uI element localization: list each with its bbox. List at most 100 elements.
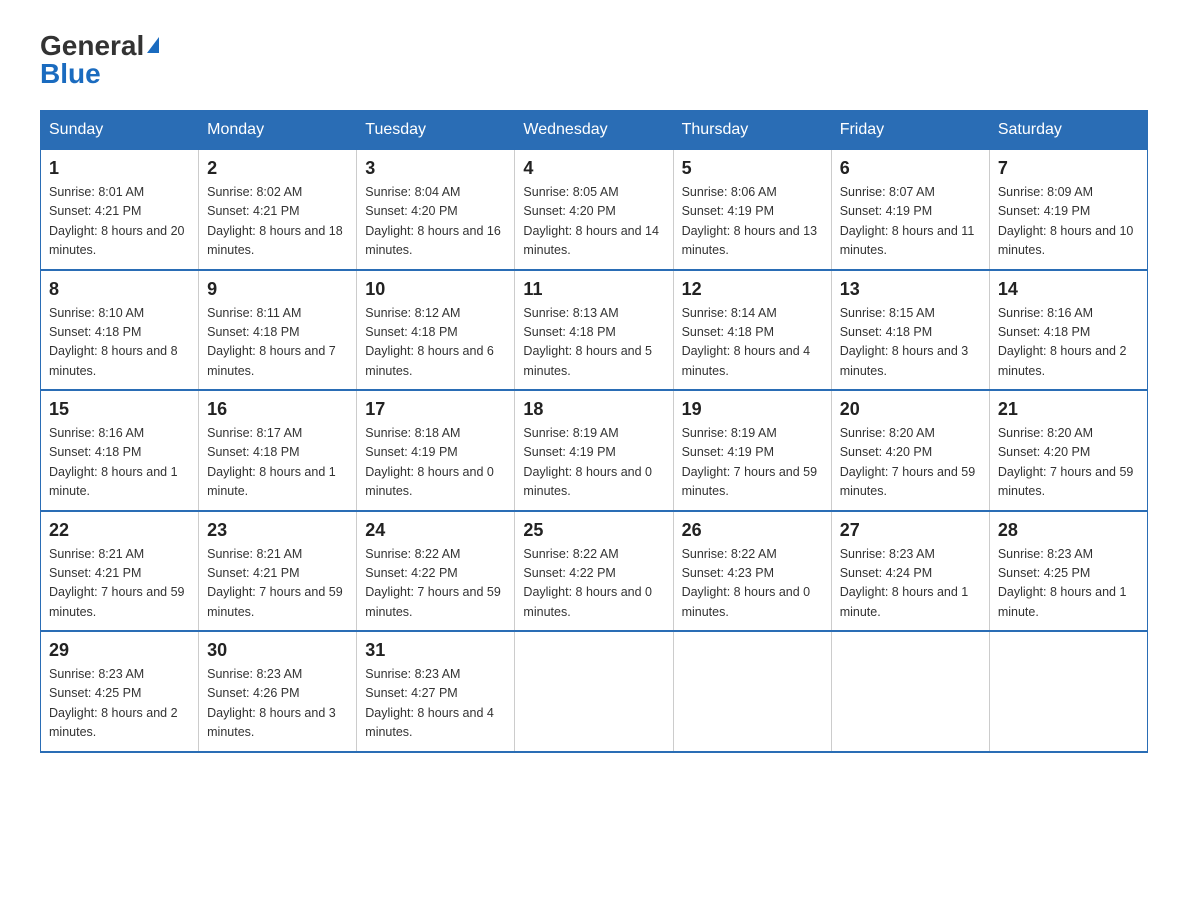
day-number: 28 xyxy=(998,520,1139,541)
calendar-week-4: 22 Sunrise: 8:21 AMSunset: 4:21 PMDaylig… xyxy=(41,511,1148,632)
day-info: Sunrise: 8:21 AMSunset: 4:21 PMDaylight:… xyxy=(49,547,185,619)
day-info: Sunrise: 8:19 AMSunset: 4:19 PMDaylight:… xyxy=(682,426,818,498)
day-info: Sunrise: 8:15 AMSunset: 4:18 PMDaylight:… xyxy=(840,306,969,378)
day-info: Sunrise: 8:01 AMSunset: 4:21 PMDaylight:… xyxy=(49,185,185,257)
calendar-week-3: 15 Sunrise: 8:16 AMSunset: 4:18 PMDaylig… xyxy=(41,390,1148,511)
calendar-table: SundayMondayTuesdayWednesdayThursdayFrid… xyxy=(40,110,1148,753)
day-number: 8 xyxy=(49,279,190,300)
calendar-cell: 9 Sunrise: 8:11 AMSunset: 4:18 PMDayligh… xyxy=(199,270,357,391)
day-number: 31 xyxy=(365,640,506,661)
calendar-cell: 11 Sunrise: 8:13 AMSunset: 4:18 PMDaylig… xyxy=(515,270,673,391)
day-info: Sunrise: 8:14 AMSunset: 4:18 PMDaylight:… xyxy=(682,306,811,378)
header-wednesday: Wednesday xyxy=(515,111,673,150)
day-info: Sunrise: 8:05 AMSunset: 4:20 PMDaylight:… xyxy=(523,185,659,257)
calendar-cell: 27 Sunrise: 8:23 AMSunset: 4:24 PMDaylig… xyxy=(831,511,989,632)
day-number: 27 xyxy=(840,520,981,541)
day-number: 17 xyxy=(365,399,506,420)
logo: General Blue xyxy=(40,30,159,90)
calendar-cell: 1 Sunrise: 8:01 AMSunset: 4:21 PMDayligh… xyxy=(41,150,199,270)
calendar-cell: 3 Sunrise: 8:04 AMSunset: 4:20 PMDayligh… xyxy=(357,150,515,270)
header-sunday: Sunday xyxy=(41,111,199,150)
day-info: Sunrise: 8:20 AMSunset: 4:20 PMDaylight:… xyxy=(998,426,1134,498)
day-number: 23 xyxy=(207,520,348,541)
day-number: 7 xyxy=(998,158,1139,179)
calendar-cell xyxy=(831,631,989,752)
calendar-header-row: SundayMondayTuesdayWednesdayThursdayFrid… xyxy=(41,111,1148,150)
calendar-cell: 2 Sunrise: 8:02 AMSunset: 4:21 PMDayligh… xyxy=(199,150,357,270)
day-number: 29 xyxy=(49,640,190,661)
calendar-cell xyxy=(515,631,673,752)
day-number: 25 xyxy=(523,520,664,541)
day-info: Sunrise: 8:23 AMSunset: 4:25 PMDaylight:… xyxy=(998,547,1127,619)
day-info: Sunrise: 8:23 AMSunset: 4:24 PMDaylight:… xyxy=(840,547,969,619)
day-info: Sunrise: 8:13 AMSunset: 4:18 PMDaylight:… xyxy=(523,306,652,378)
calendar-cell: 8 Sunrise: 8:10 AMSunset: 4:18 PMDayligh… xyxy=(41,270,199,391)
day-number: 24 xyxy=(365,520,506,541)
calendar-cell: 15 Sunrise: 8:16 AMSunset: 4:18 PMDaylig… xyxy=(41,390,199,511)
day-info: Sunrise: 8:10 AMSunset: 4:18 PMDaylight:… xyxy=(49,306,178,378)
day-number: 3 xyxy=(365,158,506,179)
header-tuesday: Tuesday xyxy=(357,111,515,150)
calendar-cell: 17 Sunrise: 8:18 AMSunset: 4:19 PMDaylig… xyxy=(357,390,515,511)
day-number: 20 xyxy=(840,399,981,420)
day-number: 26 xyxy=(682,520,823,541)
day-info: Sunrise: 8:04 AMSunset: 4:20 PMDaylight:… xyxy=(365,185,501,257)
day-number: 30 xyxy=(207,640,348,661)
logo-blue-text: Blue xyxy=(40,58,101,90)
logo-triangle-icon xyxy=(147,37,159,53)
day-number: 9 xyxy=(207,279,348,300)
header-monday: Monday xyxy=(199,111,357,150)
day-number: 1 xyxy=(49,158,190,179)
day-info: Sunrise: 8:16 AMSunset: 4:18 PMDaylight:… xyxy=(998,306,1127,378)
header-saturday: Saturday xyxy=(989,111,1147,150)
calendar-cell: 21 Sunrise: 8:20 AMSunset: 4:20 PMDaylig… xyxy=(989,390,1147,511)
day-info: Sunrise: 8:07 AMSunset: 4:19 PMDaylight:… xyxy=(840,185,975,257)
day-number: 12 xyxy=(682,279,823,300)
day-info: Sunrise: 8:22 AMSunset: 4:23 PMDaylight:… xyxy=(682,547,811,619)
calendar-cell: 26 Sunrise: 8:22 AMSunset: 4:23 PMDaylig… xyxy=(673,511,831,632)
day-info: Sunrise: 8:16 AMSunset: 4:18 PMDaylight:… xyxy=(49,426,178,498)
day-number: 4 xyxy=(523,158,664,179)
calendar-cell: 31 Sunrise: 8:23 AMSunset: 4:27 PMDaylig… xyxy=(357,631,515,752)
calendar-cell: 20 Sunrise: 8:20 AMSunset: 4:20 PMDaylig… xyxy=(831,390,989,511)
day-info: Sunrise: 8:18 AMSunset: 4:19 PMDaylight:… xyxy=(365,426,494,498)
day-number: 15 xyxy=(49,399,190,420)
day-info: Sunrise: 8:06 AMSunset: 4:19 PMDaylight:… xyxy=(682,185,818,257)
day-info: Sunrise: 8:23 AMSunset: 4:25 PMDaylight:… xyxy=(49,667,178,739)
day-info: Sunrise: 8:11 AMSunset: 4:18 PMDaylight:… xyxy=(207,306,336,378)
day-number: 19 xyxy=(682,399,823,420)
day-number: 21 xyxy=(998,399,1139,420)
day-number: 6 xyxy=(840,158,981,179)
calendar-cell: 16 Sunrise: 8:17 AMSunset: 4:18 PMDaylig… xyxy=(199,390,357,511)
day-number: 18 xyxy=(523,399,664,420)
day-number: 22 xyxy=(49,520,190,541)
calendar-cell xyxy=(989,631,1147,752)
header-thursday: Thursday xyxy=(673,111,831,150)
calendar-cell: 10 Sunrise: 8:12 AMSunset: 4:18 PMDaylig… xyxy=(357,270,515,391)
calendar-cell: 12 Sunrise: 8:14 AMSunset: 4:18 PMDaylig… xyxy=(673,270,831,391)
calendar-cell: 30 Sunrise: 8:23 AMSunset: 4:26 PMDaylig… xyxy=(199,631,357,752)
day-number: 5 xyxy=(682,158,823,179)
calendar-week-2: 8 Sunrise: 8:10 AMSunset: 4:18 PMDayligh… xyxy=(41,270,1148,391)
day-info: Sunrise: 8:19 AMSunset: 4:19 PMDaylight:… xyxy=(523,426,652,498)
calendar-cell: 23 Sunrise: 8:21 AMSunset: 4:21 PMDaylig… xyxy=(199,511,357,632)
calendar-cell: 7 Sunrise: 8:09 AMSunset: 4:19 PMDayligh… xyxy=(989,150,1147,270)
day-info: Sunrise: 8:20 AMSunset: 4:20 PMDaylight:… xyxy=(840,426,976,498)
day-number: 14 xyxy=(998,279,1139,300)
day-number: 16 xyxy=(207,399,348,420)
day-info: Sunrise: 8:09 AMSunset: 4:19 PMDaylight:… xyxy=(998,185,1134,257)
calendar-cell: 22 Sunrise: 8:21 AMSunset: 4:21 PMDaylig… xyxy=(41,511,199,632)
day-info: Sunrise: 8:22 AMSunset: 4:22 PMDaylight:… xyxy=(365,547,501,619)
calendar-cell: 24 Sunrise: 8:22 AMSunset: 4:22 PMDaylig… xyxy=(357,511,515,632)
day-number: 13 xyxy=(840,279,981,300)
calendar-week-5: 29 Sunrise: 8:23 AMSunset: 4:25 PMDaylig… xyxy=(41,631,1148,752)
calendar-cell: 13 Sunrise: 8:15 AMSunset: 4:18 PMDaylig… xyxy=(831,270,989,391)
day-number: 11 xyxy=(523,279,664,300)
day-number: 10 xyxy=(365,279,506,300)
day-info: Sunrise: 8:22 AMSunset: 4:22 PMDaylight:… xyxy=(523,547,652,619)
day-info: Sunrise: 8:21 AMSunset: 4:21 PMDaylight:… xyxy=(207,547,343,619)
day-info: Sunrise: 8:12 AMSunset: 4:18 PMDaylight:… xyxy=(365,306,494,378)
header-friday: Friday xyxy=(831,111,989,150)
calendar-cell: 14 Sunrise: 8:16 AMSunset: 4:18 PMDaylig… xyxy=(989,270,1147,391)
calendar-cell: 19 Sunrise: 8:19 AMSunset: 4:19 PMDaylig… xyxy=(673,390,831,511)
